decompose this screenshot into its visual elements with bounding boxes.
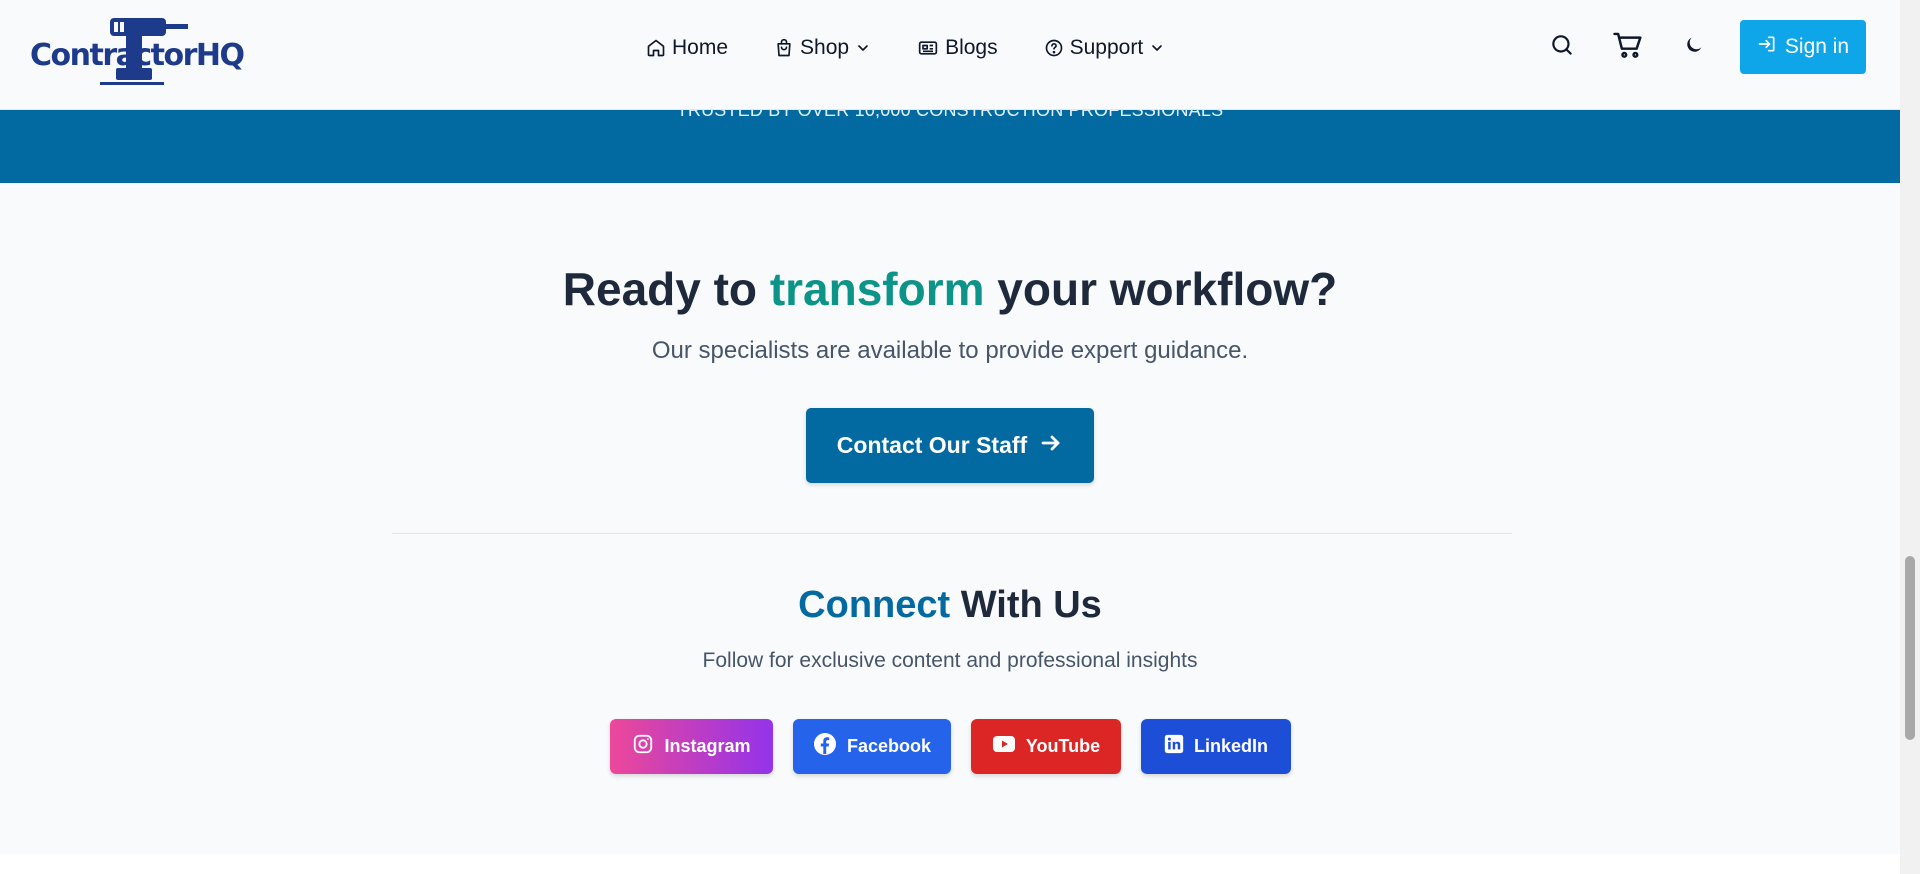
search-button[interactable]	[1542, 27, 1582, 67]
nav-support[interactable]: Support	[1044, 36, 1166, 60]
shopping-bag-icon	[774, 38, 794, 58]
connect-subtitle: Follow for exclusive content and profess…	[702, 649, 1198, 672]
contact-staff-button[interactable]: Contact Our Staff	[806, 408, 1094, 483]
connect-title-accent: Connect	[798, 584, 951, 626]
cta-title-prefix: Ready to	[562, 263, 770, 315]
section-divider	[392, 533, 1512, 534]
cart-button[interactable]	[1608, 27, 1648, 67]
cta-title: Ready to transform your workflow?	[0, 262, 1900, 316]
page-scrollbar[interactable]	[1900, 0, 1920, 874]
help-circle-icon	[1044, 38, 1064, 58]
moon-icon	[1683, 34, 1705, 61]
instagram-label: Instagram	[664, 736, 751, 756]
contact-staff-label: Contact Our Staff	[836, 432, 1028, 458]
scrollbar-thumb[interactable]	[1905, 556, 1915, 740]
footer-edge	[0, 854, 1900, 874]
chevron-down-icon	[855, 40, 871, 56]
youtube-icon	[992, 735, 1016, 758]
facebook-label: Facebook	[846, 736, 932, 756]
theme-toggle-button[interactable]	[1674, 27, 1714, 67]
youtube-label: YouTube	[1025, 736, 1101, 756]
social-links: Instagram Facebook YouTube LinkedIn	[610, 719, 1291, 774]
linkedin-button[interactable]: LinkedIn	[1141, 719, 1291, 774]
nav-home[interactable]: Home	[646, 36, 728, 60]
nav-home-label: Home	[672, 36, 729, 59]
arrow-right-icon	[1039, 431, 1063, 461]
site-header: ContractorHQ Home Shop Blogs Support Sig…	[0, 0, 1900, 110]
chevron-down-icon	[1149, 40, 1165, 56]
contractorhq-logo[interactable]: ContractorHQ	[30, 14, 245, 88]
newspaper-icon	[917, 38, 939, 58]
connect-title-suffix: With Us	[950, 584, 1102, 626]
cta-title-accent: transform	[769, 263, 985, 315]
instagram-button[interactable]: Instagram	[610, 719, 773, 774]
cart-icon	[1612, 30, 1644, 65]
linkedin-icon	[1164, 734, 1184, 759]
nav-shop[interactable]: Shop	[774, 36, 871, 60]
home-icon	[646, 38, 666, 58]
nav-blogs-label: Blogs	[945, 36, 998, 59]
cta-subtitle: Our specialists are available to provide…	[651, 337, 1249, 364]
facebook-icon	[813, 732, 837, 761]
search-icon	[1549, 32, 1575, 63]
sign-in-icon	[1757, 34, 1777, 60]
sign-in-label: Sign in	[1784, 35, 1850, 58]
header-actions: Sign in	[1516, 20, 1866, 74]
logo-text: ContractorHQ	[30, 38, 245, 73]
cta-title-suffix: your workflow?	[984, 263, 1338, 315]
instagram-icon	[632, 733, 654, 760]
main-nav: Home Shop Blogs Support	[646, 36, 1165, 60]
nav-blogs[interactable]: Blogs	[917, 36, 998, 60]
connect-title: Connect With Us	[0, 584, 1900, 627]
sign-in-button[interactable]: Sign in	[1740, 20, 1866, 74]
nav-shop-label: Shop	[800, 36, 850, 59]
nav-support-label: Support	[1069, 36, 1144, 59]
linkedin-label: LinkedIn	[1193, 736, 1268, 756]
youtube-button[interactable]: YouTube	[971, 719, 1121, 774]
facebook-button[interactable]: Facebook	[793, 719, 951, 774]
